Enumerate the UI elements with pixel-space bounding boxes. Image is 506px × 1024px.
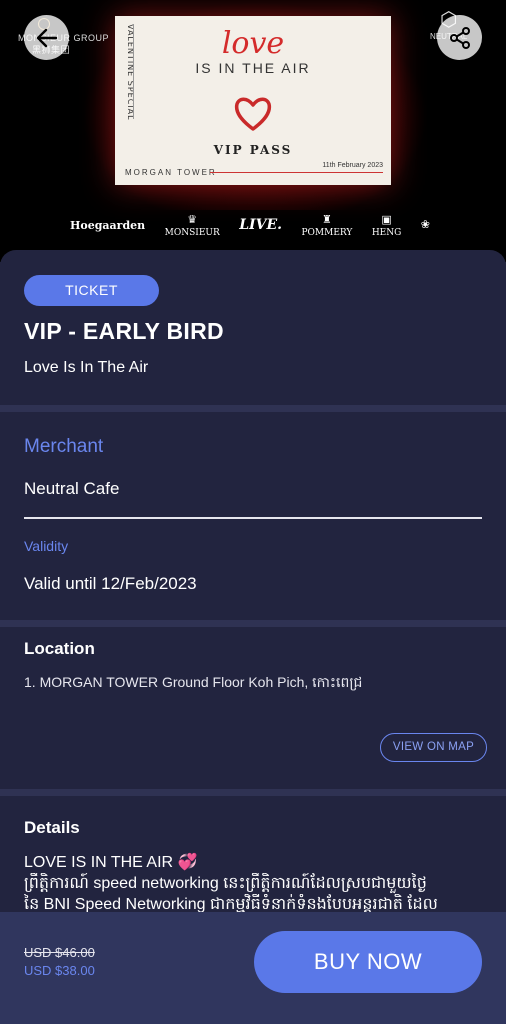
details-line: ព្រឹត្តិការណ៍ speed networking នេះព្រឹត្…	[24, 875, 427, 892]
poster-love-text: love	[221, 26, 285, 61]
ticket-badge: TICKET	[24, 275, 159, 306]
details-line: LOVE IS IN THE AIR 💞	[24, 854, 198, 871]
back-button[interactable]	[24, 15, 69, 60]
poster-date-text: 11th February 2023	[322, 162, 383, 169]
section-separator	[0, 405, 506, 412]
poster-venue-text: MORGAN TOWER	[125, 168, 217, 177]
sponsor-name: HENG	[371, 227, 402, 238]
validity-value: Valid until 12/Feb/2023	[24, 574, 197, 593]
details-heading: Details	[24, 818, 80, 837]
poster-air-text: IS IN THE AIR	[195, 60, 311, 76]
sponsor-name: POMMERY	[301, 227, 353, 238]
buy-now-button[interactable]: BUY NOW	[254, 931, 482, 993]
share-button[interactable]	[437, 15, 482, 60]
square-logo-icon: ▣	[381, 212, 392, 226]
sponsor-logo: LIVE.	[239, 217, 283, 233]
original-price: USD $46.00	[24, 945, 95, 960]
sponsor-strip: Hoegaarden ♛ MONSIEUR LIVE. ♜ POMMERY ▣ HEN…	[70, 205, 430, 245]
validity-heading: Validity	[24, 538, 69, 554]
hero-banner: VALENTINE SPECIAL love IS IN THE AIR VIP…	[0, 0, 506, 262]
crest-icon: ♛	[187, 212, 198, 226]
view-on-map-button[interactable]: VIEW ON MAP	[380, 733, 487, 762]
sponsor-name: MONSIEUR	[164, 227, 220, 238]
merchant-heading: Merchant	[24, 436, 104, 457]
section-separator	[0, 789, 506, 796]
event-subtitle: Love Is In The Air	[24, 359, 149, 376]
ticket-title: VIP - EARLY BIRD	[24, 318, 224, 344]
heart-icon	[234, 97, 272, 131]
share-icon	[449, 26, 470, 49]
location-address: 1. MORGAN TOWER Ground Floor Koh Pich, ក…	[24, 674, 363, 690]
sponsor-logo: Hoegaarden	[70, 218, 146, 232]
rose-icon: ❀	[420, 217, 430, 231]
merchant-name: Neutral Cafe	[24, 479, 120, 498]
sponsor-logo: ♜ POMMERY	[301, 213, 352, 238]
back-arrow-icon	[36, 28, 57, 47]
location-heading: Location	[24, 639, 95, 658]
sponsor-logo: ❀	[421, 218, 430, 233]
merchant-divider	[24, 517, 482, 519]
sponsor-logo: ▣ HENG	[372, 213, 401, 238]
details-body: LOVE IS IN THE AIR 💞 ព្រឹត្តិការណ៍ speed…	[24, 852, 484, 915]
crown-icon: ♜	[321, 212, 332, 226]
sale-price: USD $38.00	[24, 963, 95, 978]
sponsor-logo: ♛ MONSIEUR	[165, 213, 220, 238]
event-poster: VALENTINE SPECIAL love IS IN THE AIR VIP…	[115, 16, 391, 185]
poster-divider	[210, 172, 383, 173]
poster-vip-text: VIP PASS	[213, 143, 293, 157]
section-separator	[0, 620, 506, 627]
